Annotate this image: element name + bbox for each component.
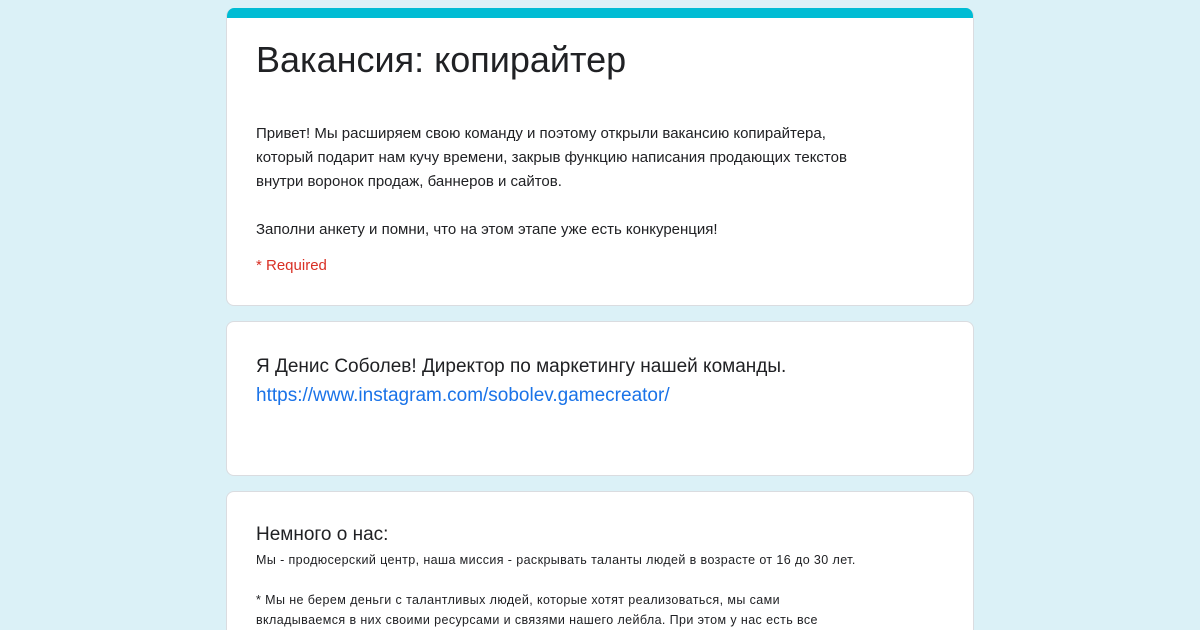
form-page: Вакансия: копирайтер Привет! Мы расширяе… [0,0,1200,630]
form-header-card: Вакансия: копирайтер Привет! Мы расширяе… [226,8,974,306]
theme-accent-bar [227,8,973,18]
form-description: Привет! Мы расширяем свою команду и поэт… [256,125,847,238]
about-card: Немного о нас: Мы - продюсерский центр, … [226,491,974,630]
form-title: Вакансия: копирайтер [256,39,627,80]
intro-text-block: Я Денис Соболев! Директор по маркетингу … [256,352,956,410]
about-heading: Немного о нас: [256,524,389,545]
required-note: * Required [256,257,327,274]
instagram-link[interactable]: https://www.instagram.com/sobolev.gamecr… [256,381,670,410]
intro-card: Я Денис Соболев! Директор по маркетингу … [226,321,974,476]
about-text: Мы - продюсерский центр, наша миссия - р… [256,553,856,627]
intro-text: Я Денис Соболев! Директор по маркетингу … [256,356,787,377]
